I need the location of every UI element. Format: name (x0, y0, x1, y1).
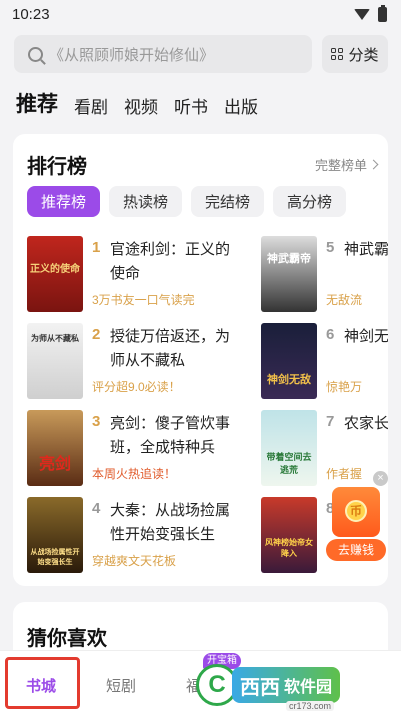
book-tag: 3万书友一口气读完 (92, 293, 195, 307)
book-item[interactable]: 亮剑 3 亮剑：傻子管炊事班，全成特种兵 本周火热追读！ (27, 410, 232, 486)
cover-title: 带着空间去逃荒 (266, 453, 312, 476)
book-cover: 为师从不藏私 (27, 323, 83, 399)
ranking-tabs: 推荐榜 热读榜 完结榜 高分榜 (27, 186, 346, 217)
grid-icon (331, 48, 344, 60)
book-cover: 风神榜始帝女降入 (261, 497, 317, 573)
book-item[interactable]: 为师从不藏私 2 授徒万倍返还，为师从不藏私 评分超9.0必读！ (27, 323, 232, 399)
book-rank: 6 (326, 326, 335, 343)
book-item[interactable]: 神剑无敌 6 神剑无 惊艳万 (261, 323, 388, 399)
category-button[interactable]: 分类 (322, 35, 388, 73)
category-label: 分类 (348, 46, 379, 64)
top-tabs: 推荐 看剧 视频 听书 出版 (16, 88, 258, 118)
cover-title: 神武霸帝 (267, 252, 311, 265)
book-title: 神武霸 (344, 241, 388, 258)
tab-video[interactable]: 视频 (124, 93, 158, 118)
search-icon (28, 46, 43, 62)
book-info: 3 亮剑：傻子管炊事班，全成特种兵 本周火热追读！ (92, 410, 232, 486)
book-cover: 从战场捡属性开始变强长生 (27, 497, 83, 573)
book-title: 官途利剑：正义的使命 (110, 241, 231, 282)
book-rank: 5 (326, 239, 335, 256)
rank-tab-recommend[interactable]: 推荐榜 (27, 186, 100, 217)
search-row: 《从照顾师娘开始修仙》 分类 (14, 35, 388, 73)
rank-tab-finished[interactable]: 完结榜 (191, 186, 264, 217)
book-title: 农家长间去逆 (344, 415, 388, 432)
status-time: 10:23 (12, 5, 50, 23)
book-tag: 本周火热追读！ (92, 467, 177, 481)
watermark-banner: 西西 软件园 cr173.com (232, 667, 341, 711)
book-title: 大秦：从战场捡属性开始变强长生 (110, 502, 231, 543)
book-tag: 穿越爽文天花板 (92, 554, 177, 568)
rank-tab-high-score[interactable]: 高分榜 (273, 186, 346, 217)
book-rank: 4 (92, 500, 101, 517)
tab-recommend[interactable]: 推荐 (16, 88, 58, 118)
watermark-url: cr173.com (285, 701, 335, 711)
nav-highlight-box (5, 657, 80, 709)
book-tag: 无敌流 (326, 293, 363, 307)
cover-title: 为师从不藏私 (31, 333, 79, 343)
search-input[interactable]: 《从照顾师娘开始修仙》 (14, 35, 312, 73)
book-title: 授徒万倍返还，为师从不藏私 (110, 328, 231, 369)
full-list-label: 完整榜单 (314, 158, 367, 173)
book-info: 2 授徒万倍返还，为师从不藏私 评分超9.0必读！ (92, 323, 232, 399)
book-item[interactable]: 从战场捡属性开始变强长生 4 大秦：从战场捡属性开始变强长生 穿越爽文天花板 (27, 497, 232, 573)
watermark-text: 西西 (240, 676, 280, 699)
battery-icon (378, 4, 387, 22)
book-rank: 7 (326, 413, 335, 430)
book-cover: 带着空间去逃荒 (261, 410, 317, 486)
chevron-right-icon (368, 159, 379, 170)
book-info: 6 神剑无 惊艳万 (326, 323, 388, 399)
book-title: 亮剑：傻子管炊事班，全成特种兵 (110, 415, 231, 456)
book-cover: 亮剑 (27, 410, 83, 486)
nav-short-drama[interactable]: 短剧 (106, 675, 136, 696)
watermark-soft: 软件园 (284, 679, 333, 696)
coin-icon: 币 (345, 500, 367, 522)
book-info: 1 官途利剑：正义的使命 3万书友一口气读完 (92, 236, 232, 312)
book-rank: 3 (92, 413, 101, 430)
book-cover: 神武霸帝 (261, 236, 317, 312)
cover-title: 亮剑 (38, 454, 71, 473)
status-bar: 10:23 (0, 0, 401, 28)
book-tag: 评分超9.0必读！ (92, 380, 181, 394)
tab-audio[interactable]: 听书 (174, 93, 208, 118)
wifi-icon (354, 8, 370, 20)
cover-title: 神剑无敌 (267, 373, 311, 386)
close-icon[interactable]: × (373, 471, 388, 486)
book-info: 4 大秦：从战场捡属性开始变强长生 穿越爽文天花板 (92, 497, 232, 573)
guess-title: 猜你喜欢 (27, 628, 107, 650)
full-list-link[interactable]: 完整榜单 (314, 155, 379, 174)
book-rank: 1 (92, 239, 101, 256)
tab-drama[interactable]: 看剧 (74, 93, 108, 118)
book-item[interactable]: 正义的使命 1 官途利剑：正义的使命 3万书友一口气读完 (27, 236, 232, 312)
tab-publish[interactable]: 出版 (224, 93, 258, 118)
status-icons (354, 4, 387, 22)
rank-tab-hot[interactable]: 热读榜 (109, 186, 182, 217)
cover-title: 从战场捡属性开始变强长生 (30, 547, 80, 566)
cover-title: 正义的使命 (30, 264, 80, 275)
earn-money-label[interactable]: 去赚钱 (326, 539, 386, 561)
book-cover: 正义的使命 (27, 236, 83, 312)
ranking-title: 排行榜 (27, 156, 87, 178)
book-tag: 惊艳万 (326, 380, 363, 394)
book-item[interactable]: 神武霸帝 5 神武霸 无敌流 (261, 236, 388, 312)
earn-money-widget[interactable]: × 币 去赚钱 (326, 471, 388, 561)
book-info: 5 神武霸 无敌流 (326, 236, 388, 312)
search-placeholder: 《从照顾师娘开始修仙》 (49, 46, 215, 64)
ranking-header: 排行榜 完整榜单 (27, 150, 379, 179)
book-rank: 2 (92, 326, 101, 343)
red-envelope-icon: 币 (332, 487, 380, 537)
book-title: 神剑无 (344, 328, 388, 345)
book-cover: 神剑无敌 (261, 323, 317, 399)
cover-title: 风神榜始帝女降入 (265, 537, 313, 558)
watermark: C 西西 软件园 cr173.com (196, 663, 386, 711)
